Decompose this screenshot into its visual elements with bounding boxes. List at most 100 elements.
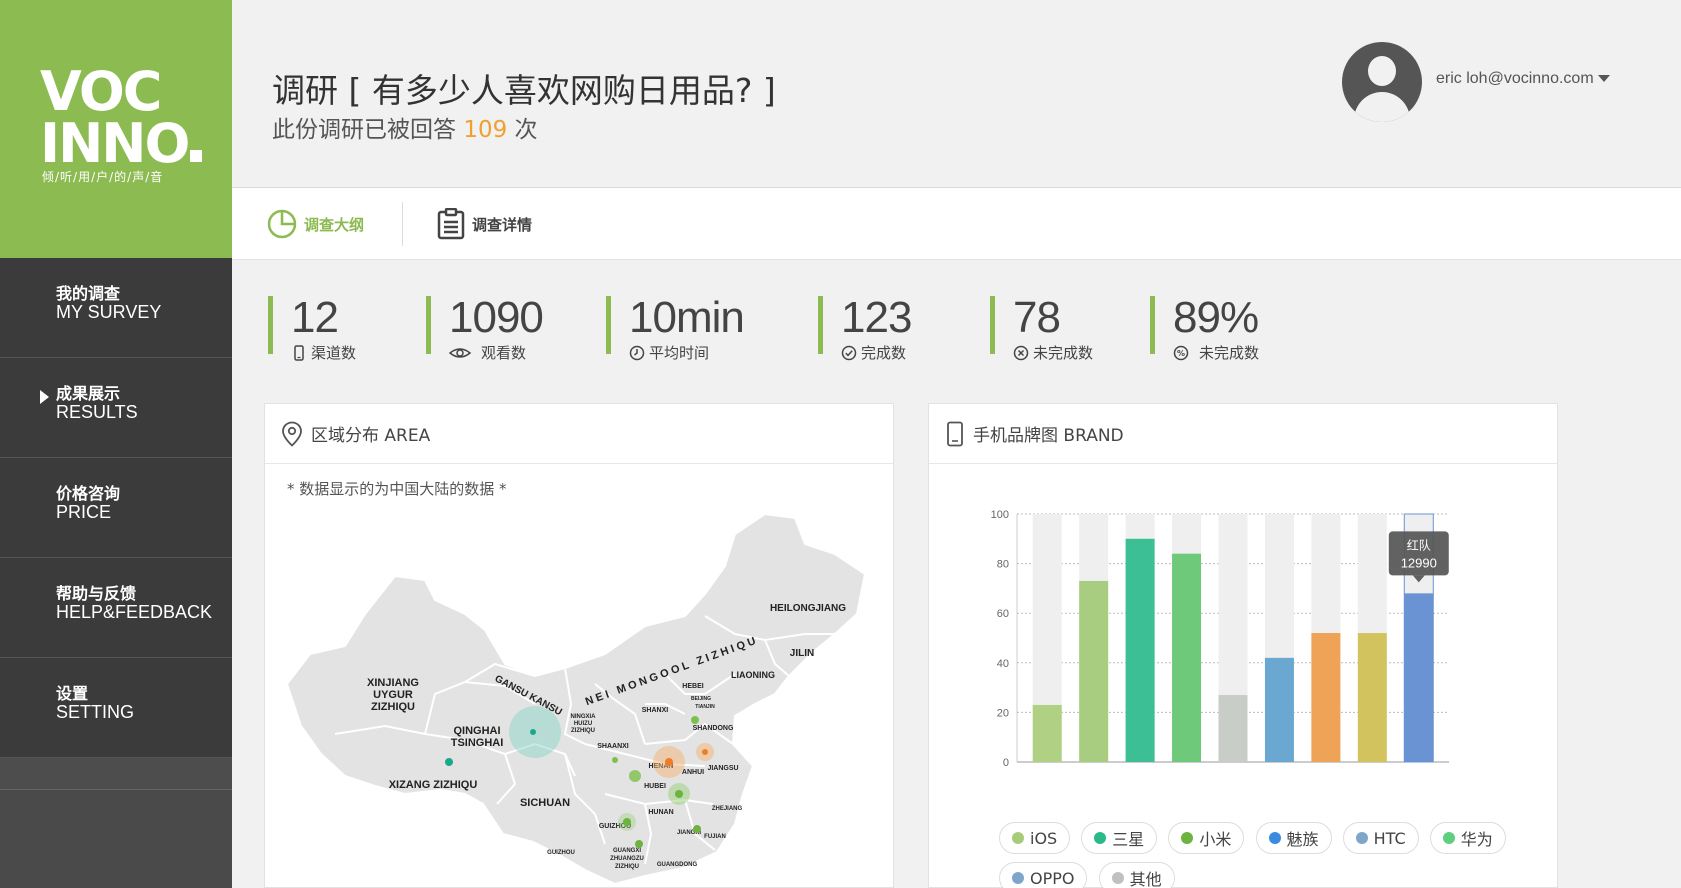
sidebar-item-setting[interactable]: 设置 SETTING bbox=[0, 658, 232, 758]
stat-value: 1090 bbox=[449, 293, 544, 342]
legend-item-samsung[interactable]: 三星 bbox=[1081, 822, 1158, 854]
stat-label-row: 未完成数 bbox=[1013, 342, 1093, 363]
tooltip-name: 红队 bbox=[1407, 537, 1431, 552]
stat-value: 78 bbox=[1013, 293, 1061, 342]
region-label-liaoning: LIAONING bbox=[731, 670, 775, 680]
sidebar-item-label-zh: 价格咨询 bbox=[56, 484, 121, 503]
app-root: VOC INNO 倾/听/用/户/的/声/音 我的调查 MY SURVEY 成果… bbox=[0, 0, 1681, 888]
legend-item-oppo[interactable]: OPPO bbox=[999, 862, 1088, 888]
region-label-shaanxi: SHAANXI bbox=[597, 743, 629, 750]
china-map[interactable]: XINJIANG UYGUR ZIZHIQU QINGHAI TSINGHAI … bbox=[265, 504, 895, 888]
region-label-guangxi-zizhiqu: ZIZHIQU bbox=[615, 864, 639, 870]
chevron-down-icon bbox=[1597, 75, 1610, 83]
bar[interactable] bbox=[1032, 704, 1062, 762]
region-label-anhui: ANHUI bbox=[682, 769, 704, 776]
bar[interactable] bbox=[1311, 633, 1341, 762]
stat-label-row: 渠道数 bbox=[291, 342, 356, 363]
sidebar-item-results[interactable]: 成果展示 RESULTS bbox=[0, 358, 232, 458]
stat-label: 完成数 bbox=[861, 344, 907, 362]
region-label-xizang: XIZANG ZIZHIQU bbox=[389, 779, 478, 791]
location-pin-icon bbox=[282, 421, 302, 447]
legend-item-ios[interactable]: iOS bbox=[999, 822, 1071, 854]
bar[interactable] bbox=[1125, 538, 1155, 762]
clipboard-icon bbox=[437, 208, 465, 240]
eye-icon bbox=[449, 347, 471, 358]
brand-panel: 手机品牌图 BRAND 0 20 40 60 80 100 红队 12990 iOS 三星 小… bbox=[928, 403, 1558, 888]
region-label-guangdong: GUANGDONG bbox=[657, 862, 698, 868]
legend-label: 魅族 bbox=[1286, 830, 1319, 849]
svg-text:%: % bbox=[1177, 349, 1185, 358]
phone-icon bbox=[947, 421, 963, 446]
region-label-zizhiqu: ZIZHIQU bbox=[371, 701, 415, 713]
check-circle-icon bbox=[841, 345, 857, 360]
sidebar-item-price[interactable]: 价格咨询 PRICE bbox=[0, 458, 232, 558]
brand-panel-header: 手机品牌图 BRAND bbox=[929, 404, 1557, 464]
stat-incomplete: 78 未完成数 bbox=[990, 293, 1093, 362]
bar[interactable] bbox=[1218, 695, 1248, 762]
user-menu[interactable]: eric loh@vocinno.com bbox=[1436, 70, 1610, 88]
legend-item-other[interactable]: 其他 bbox=[1098, 862, 1175, 888]
region-label-fujian: FUJIAN bbox=[704, 834, 726, 840]
y-tick-label: 100 bbox=[991, 509, 1009, 521]
stat-label: 观看数 bbox=[481, 344, 527, 362]
region-label-hunan: HUNAN bbox=[648, 809, 673, 816]
bar[interactable] bbox=[1404, 593, 1434, 762]
sidebar-spacer bbox=[0, 758, 232, 790]
map-dot-qinghai[interactable] bbox=[530, 729, 536, 735]
legend-swatch bbox=[1355, 832, 1368, 844]
area-panel: 区域分布 AREA * 数据显示的为中国大陆的数据 * XINJIANG UYG… bbox=[264, 403, 894, 888]
stat-label-row: 平均时间 bbox=[629, 342, 744, 363]
phone-icon bbox=[294, 344, 304, 361]
legend-item-htc[interactable]: HTC bbox=[1342, 822, 1419, 854]
legend-item-huawei[interactable]: 华为 bbox=[1429, 822, 1506, 854]
stat-avg-time: 10min 平均时间 bbox=[606, 296, 745, 362]
tab-bar: 调查大纲 调查详情 bbox=[232, 188, 1681, 260]
map-dot-hubei-west[interactable] bbox=[629, 770, 641, 782]
bar[interactable] bbox=[1172, 553, 1202, 762]
active-arrow-icon bbox=[40, 390, 49, 404]
map-dot-jiangxi[interactable] bbox=[693, 825, 701, 833]
map-dot-hubei[interactable] bbox=[675, 790, 683, 798]
region-label-qinghai: QINGHAI bbox=[453, 725, 500, 737]
map-dot-shandong[interactable] bbox=[702, 749, 708, 755]
map-dot-xizang[interactable] bbox=[445, 758, 453, 766]
map-dot-henan[interactable] bbox=[665, 758, 673, 766]
sidebar-item-label-en: SETTING bbox=[56, 702, 135, 722]
avatar[interactable] bbox=[1342, 42, 1422, 122]
stat-value: 89% bbox=[1173, 293, 1259, 342]
brand-bar-chart[interactable]: 0 20 40 60 80 100 红队 12990 bbox=[929, 464, 1559, 824]
bar[interactable] bbox=[1357, 633, 1387, 762]
region-label-jiangsu: JIANGSU bbox=[707, 765, 738, 772]
map-dot-guangxi[interactable] bbox=[635, 840, 643, 848]
stat-views: 1090 观看数 bbox=[426, 293, 544, 362]
main-content: 12 渠道数 1090 观看数 10min 平均时间 123 完成数 78 未完… bbox=[232, 260, 1681, 888]
map-dot-hebei[interactable] bbox=[691, 716, 699, 724]
map-dot-shaanxi[interactable] bbox=[612, 757, 618, 763]
legend-label: 华为 bbox=[1460, 830, 1493, 849]
sidebar-item-help-feedback[interactable]: 帮助与反馈 HELP&FEEDBACK bbox=[0, 558, 232, 658]
region-label-tianjin: TIANJIN bbox=[695, 704, 715, 710]
legend-swatch bbox=[1111, 872, 1124, 884]
answer-count: 109 bbox=[463, 117, 508, 143]
clock-icon bbox=[629, 345, 645, 360]
logo[interactable]: VOC INNO 倾/听/用/户/的/声/音 bbox=[0, 0, 232, 258]
region-label-shanxi: SHANXI bbox=[642, 707, 669, 714]
y-tick-label: 60 bbox=[997, 608, 1009, 620]
legend-item-meizu[interactable]: 魅族 bbox=[1255, 822, 1332, 854]
legend-swatch bbox=[1012, 872, 1024, 884]
legend-swatch bbox=[1268, 832, 1281, 844]
sidebar-item-my-survey[interactable]: 我的调查 MY SURVEY bbox=[0, 258, 232, 358]
user-email: eric loh@vocinno.com bbox=[1436, 70, 1594, 87]
region-label-hubei: HUBEI bbox=[644, 783, 666, 790]
tab-survey-outline[interactable]: 调查大纲 bbox=[266, 206, 364, 242]
y-tick-label: 0 bbox=[1003, 757, 1009, 769]
page-title: 调研 [ 有多少人喜欢网购日用品? ] bbox=[272, 71, 776, 110]
legend-item-xiaomi[interactable]: 小米 bbox=[1168, 822, 1245, 854]
map-dot-guizhou[interactable] bbox=[623, 818, 631, 826]
legend-label: 小米 bbox=[1199, 830, 1232, 849]
tab-survey-details[interactable]: 调查详情 bbox=[436, 206, 532, 242]
sidebar-item-label-zh: 我的调查 bbox=[56, 284, 121, 303]
bar[interactable] bbox=[1264, 657, 1294, 762]
bar[interactable] bbox=[1079, 580, 1109, 762]
stat-label-row: 完成数 bbox=[841, 342, 911, 363]
